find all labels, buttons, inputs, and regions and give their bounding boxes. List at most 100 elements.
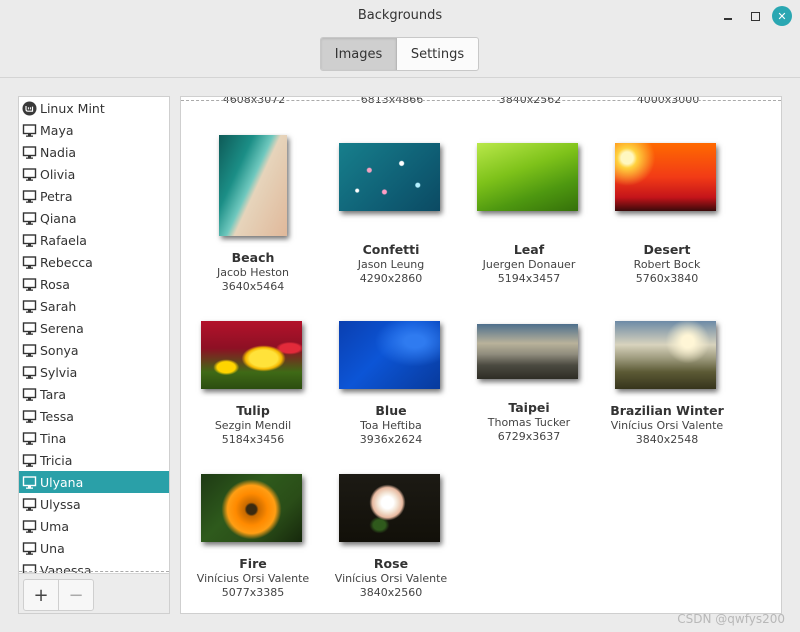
sidebar-item-tessa[interactable]: Tessa	[19, 405, 169, 427]
image-title: Blue	[375, 403, 407, 418]
sidebar-item-olivia[interactable]: Olivia	[19, 163, 169, 185]
monitor-icon	[22, 519, 37, 534]
sidebar-item-label: Uma	[40, 518, 69, 534]
sidebar-item-sarah[interactable]: Sarah	[19, 295, 169, 317]
sidebar-item-qiana[interactable]: Qiana	[19, 207, 169, 229]
sidebar-item-uma[interactable]: Uma	[19, 515, 169, 537]
sidebar-item-label: Nadia	[40, 144, 77, 160]
tab-images[interactable]: Images	[321, 38, 397, 70]
monitor-icon	[22, 321, 37, 336]
gallery-scroll-edge	[181, 100, 781, 101]
image-dimensions: 5184x3456	[221, 433, 285, 446]
beach-thumbnail	[219, 135, 287, 236]
image-author: Thomas Tucker	[487, 416, 571, 429]
monitor-icon	[22, 189, 37, 204]
tab-settings[interactable]: Settings	[397, 38, 478, 70]
monitor-icon	[22, 475, 37, 490]
maximize-icon	[750, 11, 760, 21]
image-dimensions: 5194x3457	[497, 272, 561, 285]
window-titlebar: Backgrounds ✕ Images Settings	[0, 0, 800, 78]
cut-dims-text: 3840x2562	[498, 96, 562, 106]
monitor-icon	[22, 409, 37, 424]
brazilian-winter-thumbnail	[615, 321, 716, 389]
image-dimensions: 3640x5464	[221, 280, 285, 293]
image-title: Confetti	[362, 242, 420, 257]
monitor-icon	[22, 343, 37, 358]
desert-thumbnail	[615, 143, 716, 211]
sidebar-item-tara[interactable]: Tara	[19, 383, 169, 405]
sidebar-item-maya[interactable]: Maya	[19, 119, 169, 141]
monitor-icon	[22, 365, 37, 380]
remove-button[interactable]: −	[58, 579, 94, 611]
monitor-icon	[22, 387, 37, 402]
watermark-text: CSDN @qwfys200	[677, 612, 785, 626]
close-button[interactable]: ✕	[772, 6, 792, 26]
image-dimensions: 4290x2860	[359, 272, 423, 285]
minimize-icon	[724, 18, 732, 20]
sidebar-item-sonya[interactable]: Sonya	[19, 339, 169, 361]
collection-list: Linux Mint Maya Nadia Olivia Petra Qiana Rafae…	[19, 97, 169, 573]
image-title: Desert	[643, 242, 691, 257]
sidebar-item-label: Rosa	[40, 276, 70, 292]
sidebar-item-label: Qiana	[40, 210, 77, 226]
image-author: Toa Heftiba	[360, 419, 422, 432]
image-author: Vinícius Orsi Valente	[196, 572, 310, 585]
list-scroll-edge	[19, 571, 169, 572]
image-title: Brazilian Winter	[610, 403, 724, 418]
monitor-icon	[22, 145, 37, 160]
sidebar-item-petra[interactable]: Petra	[19, 185, 169, 207]
image-title: Leaf	[513, 242, 545, 257]
sidebar-item-label: Petra	[40, 188, 73, 204]
image-dimensions: 3840x2548	[635, 433, 699, 446]
image-dimensions: 5760x3840	[635, 272, 699, 285]
image-dimensions: 3840x2560	[359, 586, 423, 599]
monitor-icon	[22, 299, 37, 314]
sidebar-item-linux-mint[interactable]: Linux Mint	[19, 97, 169, 119]
sidebar-item-label: Olivia	[40, 166, 76, 182]
image-title: Rose	[373, 556, 409, 571]
sidebar-item-label: Tricia	[40, 452, 73, 468]
add-button[interactable]: +	[23, 579, 59, 611]
sidebar-item-serena[interactable]: Serena	[19, 317, 169, 339]
fire-thumbnail	[201, 474, 302, 542]
monitor-icon	[22, 497, 37, 512]
sidebar-item-label: Una	[40, 540, 65, 556]
monitor-icon	[22, 541, 37, 556]
rose-thumbnail	[339, 474, 440, 542]
monitor-icon	[22, 277, 37, 292]
sidebar-item-ulyssa[interactable]: Ulyssa	[19, 493, 169, 515]
linux-mint-logo-icon	[22, 101, 37, 116]
monitor-icon	[22, 123, 37, 138]
image-author: Vinícius Orsi Valente	[610, 419, 724, 432]
sidebar-item-rafaela[interactable]: Rafaela	[19, 229, 169, 251]
sidebar-item-tricia[interactable]: Tricia	[19, 449, 169, 471]
minimize-button[interactable]	[718, 6, 738, 26]
taipei-thumbnail	[477, 324, 578, 379]
sidebar-item-nadia[interactable]: Nadia	[19, 141, 169, 163]
window-title: Backgrounds	[357, 8, 443, 23]
sidebar-item-label: Sarah	[40, 298, 77, 314]
sidebar-item-rebecca[interactable]: Rebecca	[19, 251, 169, 273]
sidebar-item-sylvia[interactable]: Sylvia	[19, 361, 169, 383]
sidebar-item-label: Rebecca	[40, 254, 93, 270]
sidebar-item-label: Tessa	[40, 408, 74, 424]
image-author: Sezgin Mendil	[214, 419, 292, 432]
sidebar-item-tina[interactable]: Tina	[19, 427, 169, 449]
close-icon: ✕	[777, 9, 787, 23]
monitor-icon	[22, 167, 37, 182]
sidebar-item-una[interactable]: Una	[19, 537, 169, 559]
maximize-button[interactable]	[745, 6, 765, 26]
cut-dims-text: 4000x3000	[636, 96, 700, 106]
image-author: Jason Leung	[357, 258, 425, 271]
sidebar-item-label: Maya	[40, 122, 74, 138]
sidebar-item-ulyana[interactable]: Ulyana	[19, 471, 169, 493]
sidebar-item-rosa[interactable]: Rosa	[19, 273, 169, 295]
sidebar-item-label: Linux Mint	[40, 100, 105, 116]
cut-dims-text: 4608x3072	[222, 96, 286, 106]
collection-sidebar: Linux Mint Maya Nadia Olivia Petra Qiana Rafae…	[18, 96, 170, 614]
cut-dims-text: 6813x4866	[360, 96, 424, 106]
image-author: Vinícius Orsi Valente	[334, 572, 448, 585]
monitor-icon	[22, 211, 37, 226]
leaf-thumbnail	[477, 143, 578, 211]
tulip-thumbnail	[201, 321, 302, 389]
